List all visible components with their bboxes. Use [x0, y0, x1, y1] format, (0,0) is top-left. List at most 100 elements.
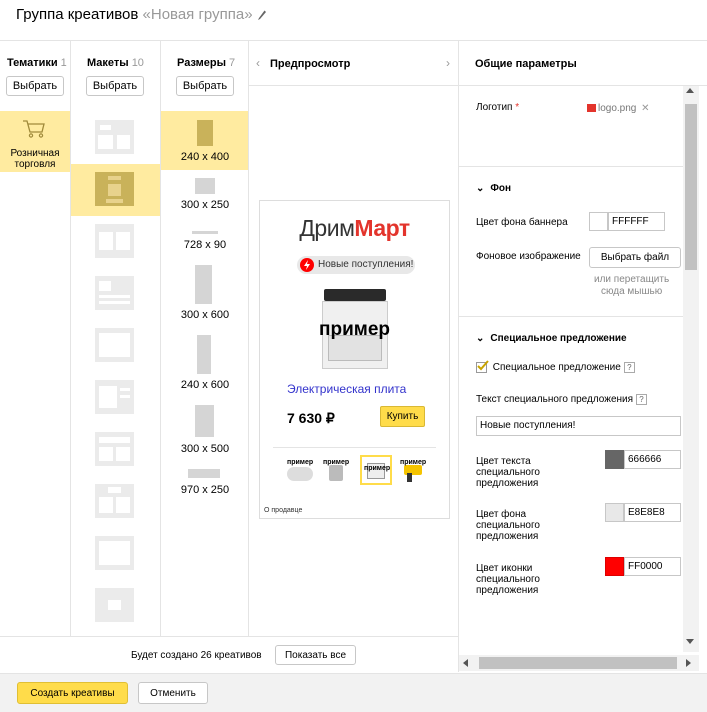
product-name[interactable]: Электрическая плита	[287, 382, 406, 396]
bg-section-header[interactable]: ⌄ Фон	[476, 183, 511, 194]
layouts-header: Макеты 10	[87, 57, 144, 69]
special-offer-badge: Новые поступления!	[297, 256, 415, 274]
shopping-cart-icon	[22, 120, 46, 141]
thumbs-divider	[273, 447, 436, 448]
create-creatives-button[interactable]: Создать креативы	[17, 682, 128, 704]
section-divider	[459, 166, 683, 167]
size-label[interactable]: 240 x 400	[161, 151, 249, 163]
bg-fill-field[interactable]: E8E8E8	[624, 503, 681, 522]
icon-color-swatch[interactable]	[605, 557, 624, 576]
footer-divider	[0, 636, 458, 637]
bg-fill-swatch[interactable]	[605, 503, 624, 522]
logo-file: logo.png ✕	[587, 103, 650, 114]
layout-thumb[interactable]	[95, 536, 134, 570]
size-preview[interactable]	[197, 120, 213, 146]
choose-layouts-button[interactable]: Выбрать	[86, 76, 144, 96]
special-text-input[interactable]: Новые поступления!	[476, 416, 681, 436]
size-preview[interactable]	[195, 178, 215, 194]
chevron-left-icon[interactable]: ‹	[256, 56, 260, 70]
horizontal-scrollbar[interactable]	[459, 655, 699, 671]
product-thumb[interactable]: пример	[400, 457, 426, 483]
divider	[458, 40, 459, 672]
drag-hint: или перетащить сюда мышью	[594, 274, 670, 297]
icon-color-label: Цвет иконки специального предложения	[476, 563, 540, 596]
size-preview[interactable]	[195, 265, 212, 304]
size-preview[interactable]	[192, 231, 218, 234]
product-thumb[interactable]: пример	[285, 457, 315, 483]
preview-title: Предпросмотр	[270, 58, 351, 70]
page-title: Группа креативов	[16, 6, 139, 23]
layout-thumb[interactable]	[95, 120, 134, 154]
params-title: Общие параметры	[475, 58, 577, 70]
section-divider	[459, 316, 683, 317]
size-label[interactable]: 240 x 600	[161, 379, 249, 391]
banner-preview: ДримМарт Новые поступления! пример Элект…	[259, 200, 450, 519]
layout-thumb[interactable]	[95, 224, 134, 258]
size-preview[interactable]	[195, 405, 214, 437]
scrollbar-thumb[interactable]	[479, 657, 677, 669]
choose-themes-button[interactable]: Выбрать	[6, 76, 64, 96]
layout-thumb[interactable]	[95, 484, 134, 518]
size-preview[interactable]	[188, 469, 220, 478]
product-thumb[interactable]: пример	[323, 457, 349, 483]
chevron-down-icon: ⌄	[476, 183, 485, 194]
special-section-header[interactable]: ⌄ Специальное предложение	[476, 333, 627, 344]
scroll-left-icon[interactable]	[463, 659, 468, 667]
image-file-icon	[587, 104, 596, 113]
icon-color-field[interactable]: FF0000	[624, 557, 681, 576]
scroll-right-icon[interactable]	[686, 659, 691, 667]
product-thumb-selected[interactable]: пример	[360, 455, 392, 485]
special-checkbox-row[interactable]: Специальное предложение?	[476, 360, 635, 373]
layout-thumb[interactable]	[95, 276, 134, 310]
size-preview[interactable]	[197, 335, 211, 374]
text-color-field[interactable]: 666666	[624, 450, 681, 469]
choose-file-button[interactable]: Выбрать файл	[589, 247, 681, 268]
special-text-label-row: Текст специального предложения?	[476, 394, 648, 405]
seller-info-link[interactable]: О продавце	[264, 507, 302, 514]
choose-sizes-button[interactable]: Выбрать	[176, 76, 234, 96]
help-icon[interactable]: ?	[636, 394, 648, 405]
chevron-right-icon[interactable]: ›	[446, 56, 450, 70]
lightning-icon	[300, 258, 314, 272]
size-label[interactable]: 300 x 500	[161, 443, 249, 455]
size-label[interactable]: 970 x 250	[161, 484, 249, 496]
layout-thumb[interactable]	[95, 380, 134, 414]
pencil-icon[interactable]	[257, 7, 267, 24]
close-icon[interactable]: ✕	[641, 103, 649, 114]
size-label[interactable]: 300 x 250	[161, 199, 249, 211]
bg-color-swatch[interactable]	[589, 212, 608, 231]
creatives-count-text: Будет создано 26 креативов	[131, 650, 262, 661]
bg-image-label: Фоновое изображение	[476, 251, 581, 262]
scrollbar-thumb[interactable]	[685, 104, 697, 270]
layout-thumb[interactable]	[95, 432, 134, 466]
text-color-label: Цвет текста специального предложения	[476, 456, 540, 489]
vertical-scrollbar[interactable]	[683, 86, 699, 652]
chevron-down-icon: ⌄	[476, 333, 485, 344]
help-icon[interactable]: ?	[623, 362, 635, 373]
buy-button[interactable]: Купить	[380, 406, 425, 427]
bg-color-field[interactable]: FFFFFF	[608, 212, 665, 231]
group-name[interactable]: «Новая группа»	[143, 6, 253, 23]
themes-header: Тематики 1	[7, 57, 67, 69]
logo-label: Логотип *	[476, 102, 520, 113]
show-all-button[interactable]: Показать все	[275, 645, 356, 665]
layout-thumb-selected[interactable]	[95, 172, 134, 206]
theme-item-label: Розничная торговля	[10, 148, 60, 170]
sample-watermark: пример	[319, 319, 390, 340]
header-divider	[0, 40, 707, 41]
sizes-header: Размеры 7	[177, 57, 236, 69]
scroll-down-icon[interactable]	[686, 639, 694, 644]
page-header: Группа креативов «Новая группа»	[16, 6, 267, 24]
size-label[interactable]: 300 x 600	[161, 309, 249, 321]
layout-thumb[interactable]	[95, 588, 134, 622]
scroll-up-icon[interactable]	[686, 88, 694, 93]
theme-item-retail[interactable]: Розничная торговля	[0, 111, 70, 172]
text-color-swatch[interactable]	[605, 450, 624, 469]
size-label[interactable]: 728 x 90	[161, 239, 249, 251]
bg-fill-label: Цвет фона специального предложения	[476, 509, 540, 542]
layout-thumb[interactable]	[95, 328, 134, 362]
checkbox-checked[interactable]	[476, 360, 489, 373]
divider	[248, 40, 249, 636]
cancel-button[interactable]: Отменить	[138, 682, 208, 704]
bg-color-label: Цвет фона баннера	[476, 217, 568, 228]
